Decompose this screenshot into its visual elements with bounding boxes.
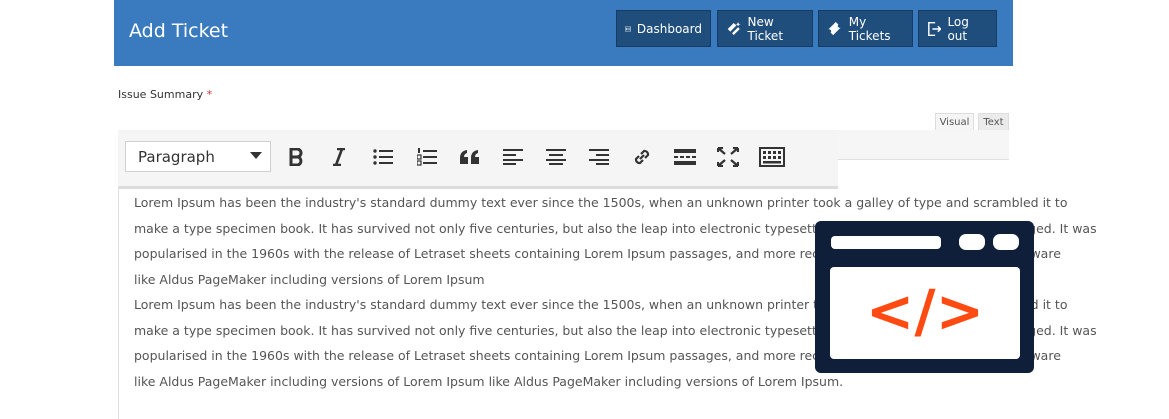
numbered-list-icon [417,148,437,166]
fullscreen-icon [717,147,739,167]
code-window-icon: </> [815,221,1034,373]
editor-border [118,186,119,419]
align-center-icon [546,149,566,165]
bold-button[interactable] [282,143,310,171]
align-right-button[interactable] [585,143,613,171]
my-tickets-button[interactable]: My Tickets [818,10,913,47]
dashboard-icon [625,26,631,31]
align-center-button[interactable] [542,143,570,171]
logout-label: Log out [947,14,969,43]
new-ticket-label: New Ticket [747,14,784,43]
logout-button[interactable]: Log out [918,10,997,47]
link-icon [634,149,650,165]
blockquote-button[interactable] [456,143,484,171]
app-header: Add Ticket Dashboard New Ticket My Ticke… [114,0,1013,66]
toolbar-toggle-icon [759,147,785,167]
new-ticket-icon [727,21,741,35]
read-more-icon [674,149,696,165]
issue-summary-label: Issue Summary * [118,88,212,101]
dashboard-button[interactable]: Dashboard [616,10,711,47]
link-button[interactable] [628,143,656,171]
italic-icon [333,148,345,166]
blockquote-icon [460,150,479,164]
toolbar-toggle-button[interactable] [757,143,787,171]
format-select-value: Paragraph [138,147,215,166]
page-title: Add Ticket [129,20,229,42]
align-left-icon [503,149,523,165]
required-mark: * [206,88,213,101]
bullet-list-icon [373,149,393,165]
bullet-list-button[interactable] [369,143,397,171]
align-left-button[interactable] [499,143,527,171]
align-right-icon [589,149,609,165]
new-ticket-button[interactable]: New Ticket [717,10,813,47]
code-symbol-text: </> [866,277,984,345]
my-tickets-label: My Tickets [848,14,891,43]
bold-icon [289,148,303,166]
fullscreen-button[interactable] [714,143,742,171]
chevron-down-icon [250,152,262,159]
read-more-button[interactable] [671,143,699,171]
issue-summary-text: Issue Summary [118,88,204,101]
italic-button[interactable] [325,143,353,171]
code-window-illustration: </> [813,219,1036,375]
dashboard-label: Dashboard [636,21,702,36]
format-select[interactable]: Paragraph [125,141,271,172]
ticket-icon [827,21,842,35]
content-line: Lorem Ipsum has been the industry's stan… [134,195,1068,210]
editor-toolbar: Paragraph [118,130,838,189]
logout-icon [928,21,942,36]
numbered-list-button[interactable] [413,143,441,171]
